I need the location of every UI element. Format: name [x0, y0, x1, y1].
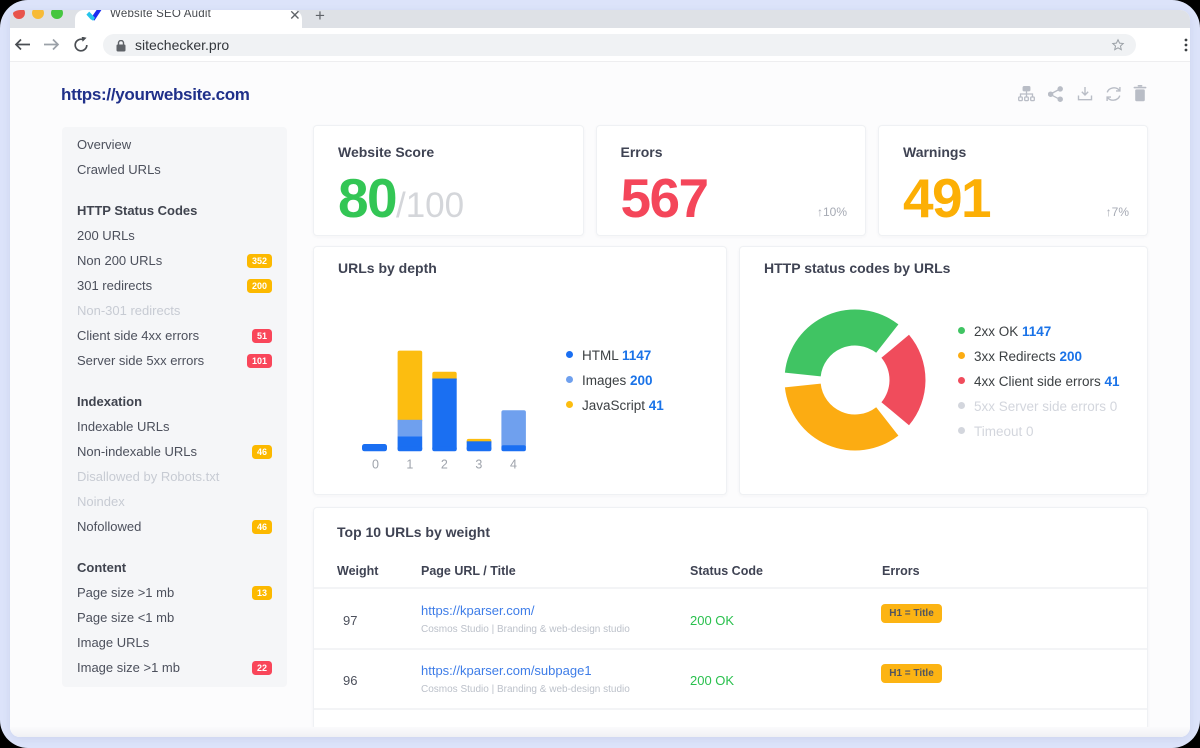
svg-text:3: 3	[475, 458, 482, 472]
svg-text:2: 2	[441, 458, 448, 472]
svg-text:0: 0	[372, 458, 379, 472]
svg-text:4: 4	[510, 458, 517, 472]
svg-text:1: 1	[406, 458, 413, 472]
